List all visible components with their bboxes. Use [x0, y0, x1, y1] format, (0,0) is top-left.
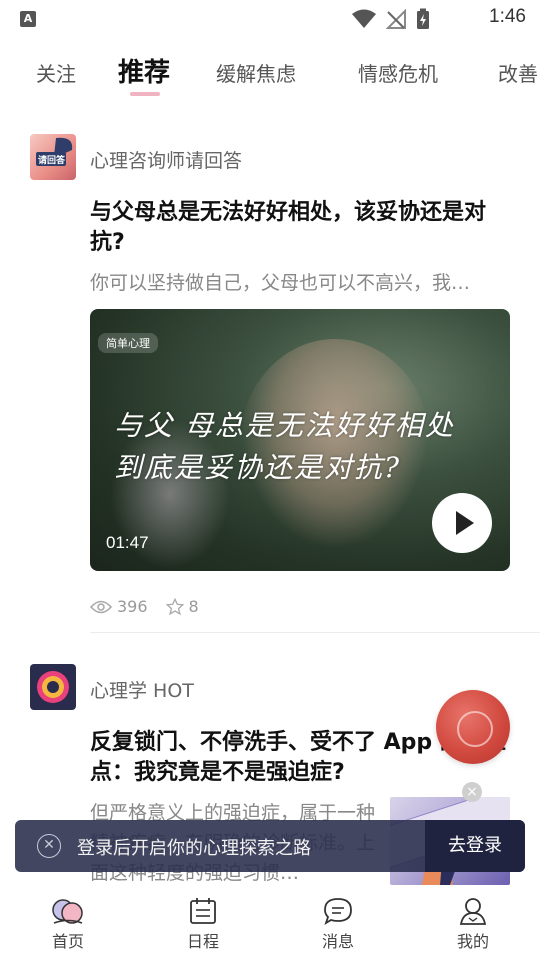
nav-messages[interactable]: 消息	[298, 896, 378, 952]
home-bubbles-icon	[52, 899, 83, 924]
profile-icon	[459, 898, 487, 925]
close-icon[interactable]: ✕	[37, 834, 61, 858]
status-bar: A 1:46	[0, 0, 540, 36]
card-divider	[90, 632, 540, 633]
login-banner: ✕ 登录后开启你的心理探索之路 去登录	[15, 820, 525, 872]
active-tab-indicator	[130, 92, 160, 96]
tab-recommend[interactable]: 推荐	[118, 52, 170, 89]
category-tabs: 关注 推荐 缓解焦虑 情感危机 改善	[0, 44, 540, 100]
nav-label: 日程	[186, 932, 219, 951]
tab-emotional-crisis[interactable]: 情感危机	[358, 58, 438, 87]
wifi-icon	[352, 9, 376, 28]
video-watermark: 简单心理	[98, 333, 158, 353]
no-signal-icon	[386, 9, 406, 29]
article-title[interactable]: 与父母总是无法好好相处，该妥协还是对抗?	[90, 198, 510, 258]
bottom-nav: 首页 日程 消息 我的	[0, 890, 540, 960]
eye-icon	[90, 600, 112, 613]
tab-improve[interactable]: 改善	[498, 58, 538, 87]
tab-relieve-anxiety[interactable]: 缓解焦虑	[216, 58, 296, 87]
stars-count: 8	[188, 597, 199, 616]
hot-logo-icon	[37, 671, 69, 703]
login-message: 登录后开启你的心理探索之路	[77, 838, 311, 859]
star-icon[interactable]	[165, 597, 184, 616]
article-stats: 396 8	[90, 597, 217, 616]
play-button[interactable]	[432, 493, 492, 553]
views-count: 396	[117, 597, 148, 616]
clock: 1:46	[489, 6, 526, 27]
floating-reward-icon[interactable]	[436, 690, 510, 764]
message-icon	[324, 898, 352, 926]
status-icons	[352, 8, 430, 30]
avatar[interactable]: 请回答	[30, 134, 76, 180]
nav-label: 首页	[51, 932, 84, 951]
notification-a-icon: A	[20, 11, 36, 27]
video-duration: 01:47	[106, 533, 149, 552]
avatar-text: 请回答	[38, 156, 66, 166]
views-stat: 396	[90, 597, 148, 616]
close-ad-icon[interactable]: ×	[462, 782, 482, 802]
stars-stat[interactable]: 8	[165, 597, 199, 616]
source-name[interactable]: 心理学 HOT	[90, 676, 194, 703]
avatar[interactable]	[30, 664, 76, 710]
tab-follow[interactable]: 关注	[36, 58, 76, 87]
calendar-icon	[190, 898, 216, 924]
nav-label: 消息	[321, 932, 354, 951]
source-name[interactable]: 心理咨询师请回答	[90, 146, 242, 173]
nav-me[interactable]: 我的	[433, 896, 513, 952]
article-excerpt[interactable]: 你可以坚持做自己，父母也可以不高兴，我…	[90, 268, 510, 298]
video-caption: 与父 母总是无法好好相处 到底是妥协还是对抗?	[114, 409, 455, 484]
video-player[interactable]: 简单心理 与父 母总是无法好好相处 到底是妥协还是对抗? 01:47	[90, 309, 510, 571]
nav-label: 我的	[456, 932, 489, 951]
battery-charging-icon	[417, 8, 429, 29]
nav-home[interactable]: 首页	[28, 896, 108, 952]
login-button[interactable]: 去登录	[425, 820, 525, 872]
nav-schedule[interactable]: 日程	[163, 896, 243, 952]
